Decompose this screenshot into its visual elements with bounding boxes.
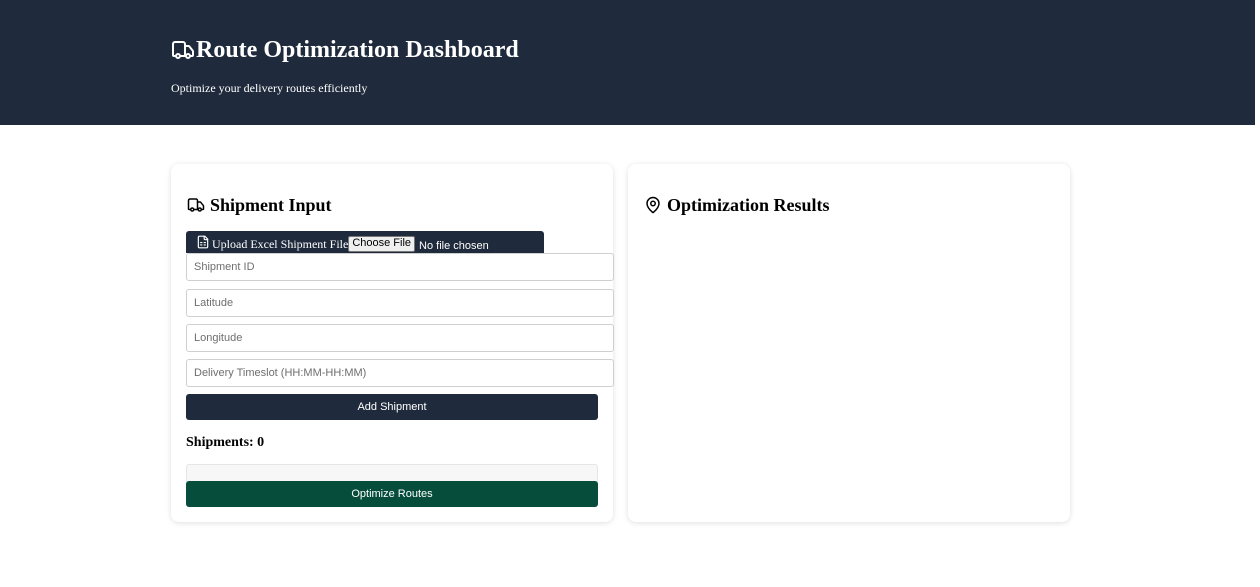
document-icon — [196, 234, 210, 250]
dashboard-header: Route Optimization Dashboard Optimize yo… — [0, 0, 1255, 125]
longitude-input[interactable] — [186, 324, 614, 352]
shipment-input-heading: Shipment Input — [187, 194, 332, 216]
shipments-count: Shipments: 0 — [186, 435, 265, 450]
optimization-results-title: Optimization Results — [667, 195, 830, 215]
header-content: Route Optimization Dashboard Optimize yo… — [171, 36, 519, 95]
truck-icon — [187, 196, 205, 214]
excel-upload-bar: Upload Excel Shipment File Choose File N… — [186, 231, 544, 253]
page-subtitle: Optimize your delivery routes efficientl… — [171, 81, 368, 95]
map-pin-icon — [644, 196, 662, 214]
page-title: Route Optimization Dashboard — [196, 37, 519, 63]
page-title-row: Route Optimization Dashboard — [171, 36, 519, 64]
shipment-input-card: Shipment Input Upload Excel Shipment Fil… — [171, 164, 614, 522]
optimization-results-card: Optimization Results — [628, 164, 1070, 522]
optimization-results-heading: Optimization Results — [644, 194, 830, 216]
upload-label: Upload Excel Shipment File — [212, 237, 349, 251]
add-shipment-button[interactable]: Add Shipment — [186, 394, 598, 420]
shipment-input-title: Shipment Input — [210, 195, 332, 215]
latitude-input[interactable] — [186, 289, 614, 317]
shipment-id-input[interactable] — [186, 253, 614, 281]
file-status: No file chosen — [419, 240, 489, 252]
choose-file-button[interactable]: Choose File — [348, 236, 416, 252]
delivery-timeslot-input[interactable] — [186, 359, 614, 387]
optimize-routes-button[interactable]: Optimize Routes — [186, 481, 598, 507]
truck-icon — [171, 38, 196, 62]
